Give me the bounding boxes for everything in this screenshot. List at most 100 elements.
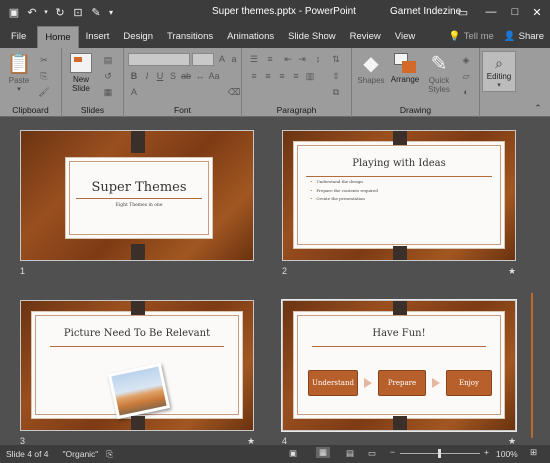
reading-view-icon[interactable]: ▤ bbox=[346, 448, 354, 459]
zoom-slider-thumb[interactable] bbox=[438, 449, 441, 458]
smartart-icon[interactable]: ⧉ bbox=[330, 86, 342, 98]
align-right-icon[interactable]: ≡ bbox=[276, 70, 288, 82]
bold-icon[interactable]: B bbox=[128, 70, 140, 82]
strikethrough-icon[interactable]: ab bbox=[180, 70, 192, 82]
strap-top bbox=[393, 301, 407, 315]
slide-2-bullets: Understand the design Prepare the conten… bbox=[310, 178, 378, 204]
section-icon[interactable]: ▦ bbox=[102, 86, 114, 98]
font-size-input[interactable] bbox=[192, 53, 214, 66]
redo-icon[interactable]: ↻ bbox=[52, 3, 68, 21]
status-bar: Slide 4 of 4 "Organic" ⎘ ▣ ▦ ▤ ▭ − + 100… bbox=[0, 445, 550, 463]
share-label: Share bbox=[518, 30, 544, 42]
zoom-out-icon[interactable]: − bbox=[390, 447, 395, 457]
increase-indent-icon[interactable]: ⇥ bbox=[296, 53, 308, 65]
font-name-input[interactable] bbox=[128, 53, 190, 66]
shape-effects-icon[interactable]: ◐ bbox=[460, 86, 472, 98]
format-painter-brush-icon[interactable]: 🖌 bbox=[38, 86, 50, 98]
tell-me-box[interactable]: 💡 Tell me bbox=[445, 24, 498, 48]
arrange-button[interactable]: Arrange bbox=[388, 52, 422, 84]
ribbon-display-icon[interactable]: ▭ bbox=[448, 0, 478, 24]
slide-thumbnail-4[interactable]: Have Fun! Understand Prepare Enjoy bbox=[281, 299, 517, 432]
format-painter-icon[interactable]: ✎ bbox=[88, 3, 104, 21]
justify-icon[interactable]: ≡ bbox=[290, 70, 302, 82]
slide-number-1: 1 bbox=[20, 266, 26, 276]
align-left-icon[interactable]: ≡ bbox=[248, 70, 260, 82]
shapes-label: Shapes bbox=[357, 76, 385, 85]
line-spacing-icon[interactable]: ↕ bbox=[312, 53, 324, 65]
font-color-icon[interactable]: A bbox=[128, 86, 140, 98]
slide-sorter-view-icon[interactable]: ▦ bbox=[316, 447, 331, 458]
clear-formatting-icon[interactable]: ⌫ bbox=[228, 86, 241, 98]
scrollbar-thumb[interactable] bbox=[531, 293, 533, 438]
change-case-icon[interactable]: Aa bbox=[208, 70, 220, 82]
save-icon[interactable]: ▣ bbox=[6, 3, 22, 21]
undo-icon[interactable]: ↶ bbox=[24, 3, 40, 21]
tab-insert[interactable]: Insert bbox=[79, 24, 117, 48]
text-direction-icon[interactable]: ⇅ bbox=[330, 53, 342, 65]
slide-1-title: Super Themes bbox=[91, 180, 187, 195]
paragraph-group: ☰ ≡ ⇤ ⇥ ↕ ⇅ ≡ ≡ ≡ ≡ ▥ ⇳ ⧉ Paragraph bbox=[242, 48, 352, 117]
decrease-indent-icon[interactable]: ⇤ bbox=[282, 53, 294, 65]
tell-me-label: Tell me bbox=[463, 30, 494, 42]
cut-icon[interactable]: ✂ bbox=[38, 54, 50, 66]
slide-3-title: Picture Need To Be Relevant bbox=[63, 328, 211, 339]
decrease-font-icon[interactable]: a bbox=[228, 53, 240, 65]
customize-toolbar-icon[interactable]: ▾ bbox=[106, 3, 116, 21]
present-icon[interactable]: ⊡ bbox=[70, 3, 86, 21]
tab-slide-show[interactable]: Slide Show bbox=[281, 24, 343, 48]
italic-icon[interactable]: I bbox=[141, 70, 153, 82]
bullets-icon[interactable]: ☰ bbox=[248, 53, 260, 65]
slideshow-view-icon[interactable]: ▭ bbox=[368, 448, 376, 459]
slide-thumbnail-1[interactable]: Super Themes Eight Themes in one bbox=[20, 130, 254, 261]
align-text-icon[interactable]: ⇳ bbox=[330, 70, 342, 82]
paste-button[interactable]: 📋 Paste ▾ bbox=[5, 52, 33, 93]
tab-home[interactable]: Home bbox=[37, 26, 79, 48]
shapes-button[interactable]: ◆ Shapes bbox=[354, 52, 388, 85]
normal-view-icon[interactable]: ▣ bbox=[289, 448, 297, 459]
slide-thumbnail-3[interactable]: Picture Need To Be Relevant bbox=[20, 300, 254, 431]
process-step-2: Prepare bbox=[378, 370, 426, 396]
tab-design[interactable]: Design bbox=[116, 24, 160, 48]
reset-icon[interactable]: ↺ bbox=[102, 70, 114, 82]
numbering-icon[interactable]: ≡ bbox=[264, 53, 276, 65]
undo-dropdown-icon[interactable]: ▾ bbox=[42, 3, 50, 21]
clipboard-icon: 📋 bbox=[6, 53, 32, 75]
zoom-in-icon[interactable]: + bbox=[484, 447, 489, 457]
new-slide-button[interactable]: New Slide bbox=[66, 51, 96, 93]
zoom-level[interactable]: 100% bbox=[496, 449, 518, 459]
content-card: Have Fun! Understand Prepare Enjoy bbox=[293, 311, 505, 419]
title-rule bbox=[306, 176, 492, 177]
accessibility-icon[interactable]: ⎘ bbox=[106, 449, 113, 460]
tab-transitions[interactable]: Transitions bbox=[160, 24, 220, 48]
editing-group: ⌕ Editing ▾ bbox=[480, 48, 520, 117]
tab-review[interactable]: Review bbox=[343, 24, 388, 48]
quick-styles-button[interactable]: ✎ Quick Styles bbox=[422, 52, 456, 94]
align-center-icon[interactable]: ≡ bbox=[262, 70, 274, 82]
columns-icon[interactable]: ▥ bbox=[304, 70, 316, 82]
copy-icon[interactable]: ⎘ bbox=[38, 70, 50, 82]
tab-file[interactable]: File bbox=[0, 24, 37, 48]
content-card: Picture Need To Be Relevant bbox=[31, 311, 243, 420]
fit-slide-icon[interactable]: ⊞ bbox=[530, 447, 537, 458]
strap-top bbox=[393, 131, 407, 145]
share-button[interactable]: 👤 Share bbox=[498, 24, 550, 48]
slides-group: New Slide ▤ ↺ ▦ Slides bbox=[62, 48, 124, 117]
tab-view[interactable]: View bbox=[388, 24, 422, 48]
window-title: Super themes.pptx - PowerPoint bbox=[212, 6, 356, 17]
editing-button[interactable]: ⌕ Editing ▾ bbox=[482, 51, 516, 92]
tab-animations[interactable]: Animations bbox=[220, 24, 281, 48]
spacing-icon[interactable]: ↔ bbox=[194, 70, 206, 82]
shape-fill-icon[interactable]: ◈ bbox=[460, 54, 472, 66]
close-icon[interactable]: ✕ bbox=[522, 0, 550, 24]
layout-icon[interactable]: ▤ bbox=[102, 54, 114, 66]
shape-outline-icon[interactable]: ▱ bbox=[460, 70, 472, 82]
arrange-icon bbox=[394, 53, 416, 75]
underline-icon[interactable]: U bbox=[154, 70, 166, 82]
vertical-scrollbar[interactable] bbox=[531, 118, 550, 445]
shadow-icon[interactable]: S bbox=[167, 70, 179, 82]
drawing-group-label: Drawing bbox=[399, 105, 432, 115]
collapse-ribbon-icon[interactable]: ⌃ bbox=[532, 102, 544, 114]
lightbulb-icon: 💡 bbox=[448, 30, 461, 42]
slide-thumbnail-2[interactable]: Playing with Ideas Understand the design… bbox=[282, 130, 516, 261]
increase-font-icon[interactable]: A bbox=[216, 53, 228, 65]
